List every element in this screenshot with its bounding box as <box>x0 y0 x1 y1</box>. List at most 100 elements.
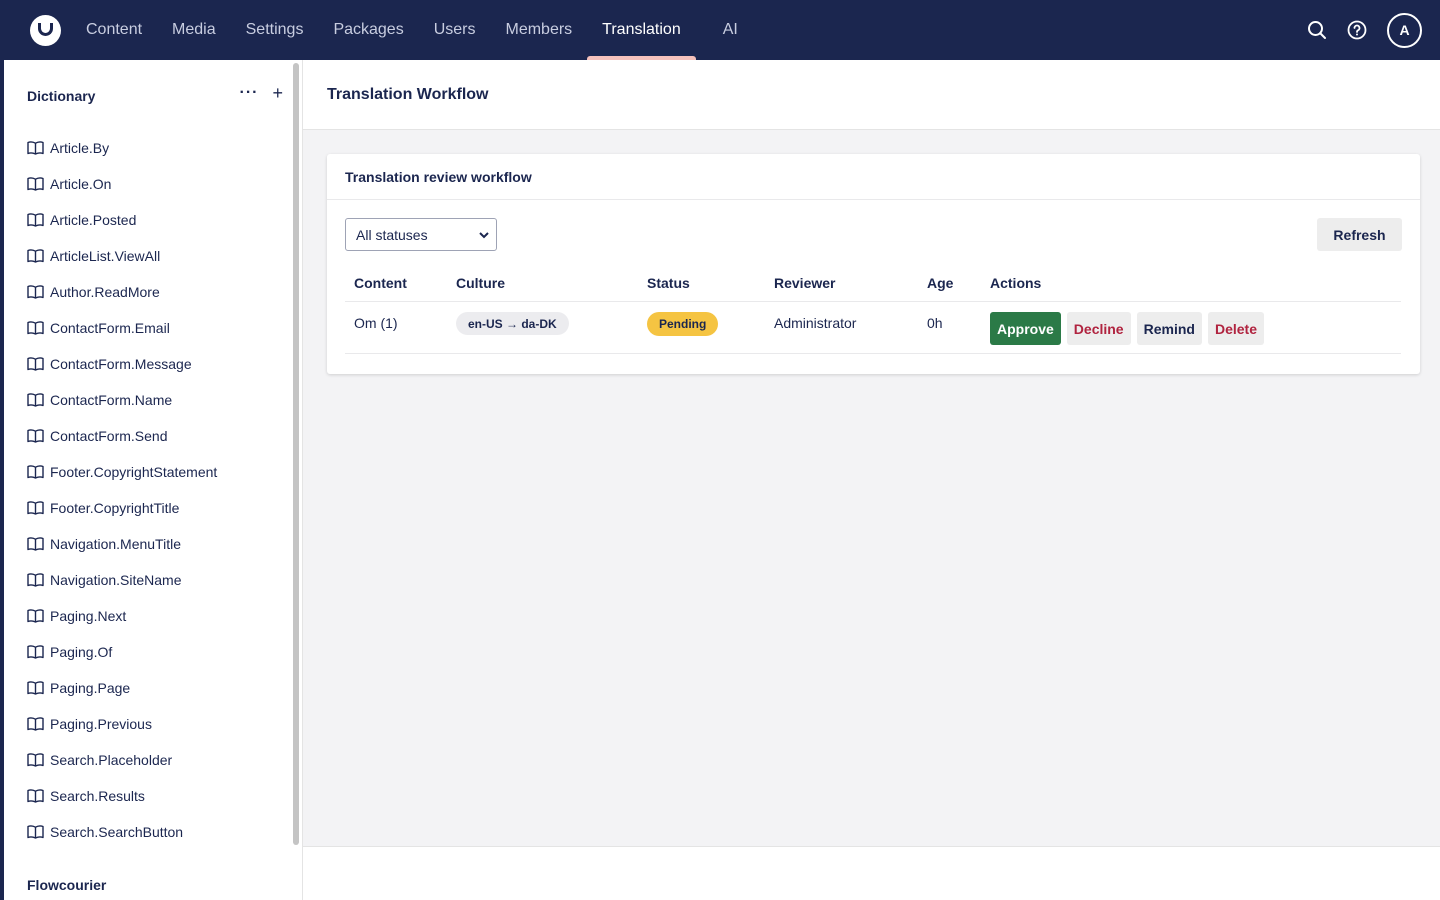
book-icon <box>27 177 50 191</box>
book-icon <box>27 285 50 299</box>
dictionary-item-label: Author.ReadMore <box>50 284 160 300</box>
dictionary-item-label: Paging.Next <box>50 608 127 624</box>
book-icon <box>27 645 50 659</box>
book-icon <box>27 357 50 371</box>
nav-packages[interactable]: Packages <box>318 0 418 60</box>
book-icon <box>27 717 50 731</box>
card-title: Translation review workflow <box>327 154 1420 200</box>
nav-content[interactable]: Content <box>71 0 157 60</box>
column-header-status: Status <box>647 275 690 291</box>
dictionary-item-label: Navigation.SiteName <box>50 572 182 588</box>
dictionary-item[interactable]: Footer.CopyrightStatement <box>27 454 217 490</box>
status-filter-select[interactable]: All statuses <box>345 218 497 251</box>
column-header-culture: Culture <box>456 275 505 291</box>
dictionary-item-label: Search.SearchButton <box>50 824 184 840</box>
dictionary-list: Article.By Article.On Article.Posted Articl… <box>27 130 217 850</box>
sidebar-header: Dictionary ··· + <box>27 84 287 106</box>
dictionary-item-label: Footer.CopyrightTitle <box>50 500 180 516</box>
table-header: Content Culture Status Reviewer Age Acti… <box>345 264 1401 302</box>
book-icon <box>27 501 50 515</box>
dictionary-item-label: ContactForm.Send <box>50 428 168 444</box>
status-badge: Pending <box>647 312 719 336</box>
header-tools: A <box>1297 0 1422 60</box>
row-age: 0h <box>927 315 943 331</box>
book-icon <box>27 609 50 623</box>
column-header-content: Content <box>354 275 407 291</box>
dictionary-item[interactable]: ContactForm.Message <box>27 346 217 382</box>
more-actions-icon[interactable]: ··· <box>240 85 259 101</box>
logo-icon[interactable] <box>30 15 61 46</box>
dictionary-item-label: ContactForm.Message <box>50 356 192 372</box>
book-icon <box>27 249 50 263</box>
nav-settings[interactable]: Settings <box>231 0 319 60</box>
help-icon[interactable] <box>1337 10 1377 50</box>
dictionary-item-label: Article.Posted <box>50 212 137 228</box>
workflow-table: Content Culture Status Reviewer Age Acti… <box>345 264 1401 354</box>
book-icon <box>27 141 50 155</box>
culture-tag: en-US → da-DK <box>456 312 569 335</box>
nav-translation[interactable]: Translation <box>587 0 696 60</box>
dictionary-item[interactable]: Article.By <box>27 130 217 166</box>
nav-members[interactable]: Members <box>490 0 587 60</box>
dictionary-item[interactable]: ContactForm.Email <box>27 310 217 346</box>
dictionary-item-label: Footer.CopyrightStatement <box>50 464 218 480</box>
main-area: Translation Workflow Translation review … <box>303 60 1440 900</box>
search-icon[interactable] <box>1297 10 1337 50</box>
dictionary-item-label: Paging.Page <box>50 680 131 696</box>
decline-button[interactable]: Decline <box>1066 312 1131 345</box>
table-row: Om (1) en-US → da-DK Pending Administrat… <box>345 302 1401 354</box>
dictionary-item[interactable]: Article.Posted <box>27 202 217 238</box>
book-icon <box>27 753 50 767</box>
dictionary-item-label: Search.Placeholder <box>50 752 173 768</box>
refresh-button[interactable]: Refresh <box>1317 218 1402 251</box>
dictionary-item[interactable]: Navigation.SiteName <box>27 562 217 598</box>
dictionary-item[interactable]: ArticleList.ViewAll <box>27 238 217 274</box>
book-icon <box>27 537 50 551</box>
nav-media[interactable]: Media <box>157 0 231 60</box>
dictionary-item[interactable]: Paging.Page <box>27 670 217 706</box>
sidebar: Dictionary ··· + Article.By Article.On Art… <box>0 60 303 900</box>
dictionary-item[interactable]: ContactForm.Name <box>27 382 217 418</box>
row-reviewer: Administrator <box>774 315 857 331</box>
sidebar-section-flowcourier[interactable]: Flowcourier <box>27 877 106 893</box>
book-icon <box>27 465 50 479</box>
status-filter-value: All statuses <box>356 226 428 243</box>
dictionary-item[interactable]: Paging.Of <box>27 634 217 670</box>
column-header-actions: Actions <box>990 275 1042 291</box>
dictionary-item-label: Paging.Of <box>50 644 113 660</box>
dictionary-item[interactable]: ContactForm.Send <box>27 418 217 454</box>
top-navigation-bar: Content Media Settings Packages Users Me… <box>0 0 1440 60</box>
dictionary-item-label: ContactForm.Email <box>50 320 170 336</box>
dictionary-item[interactable]: Paging.Previous <box>27 706 217 742</box>
dictionary-item-label: ArticleList.ViewAll <box>50 248 161 264</box>
approve-button[interactable]: Approve <box>990 312 1061 345</box>
remind-button[interactable]: Remind <box>1136 312 1202 345</box>
dictionary-item[interactable]: Search.Placeholder <box>27 742 217 778</box>
sidebar-scrollbar[interactable] <box>293 63 299 845</box>
chevron-down-icon <box>479 232 489 239</box>
dictionary-item[interactable]: Search.SearchButton <box>27 814 217 850</box>
dictionary-item-label: Search.Results <box>50 788 145 804</box>
nav-ai[interactable]: AI <box>696 0 753 60</box>
sidebar-title[interactable]: Dictionary <box>27 88 95 104</box>
nav-users[interactable]: Users <box>419 0 491 60</box>
dictionary-item-label: Navigation.MenuTitle <box>50 536 181 552</box>
row-actions: Approve Decline Remind Delete <box>990 312 1264 345</box>
avatar[interactable]: A <box>1387 12 1422 48</box>
dictionary-item[interactable]: Article.On <box>27 166 217 202</box>
column-header-reviewer: Reviewer <box>774 275 836 291</box>
row-content[interactable]: Om (1) <box>354 315 398 331</box>
dictionary-item[interactable]: Author.ReadMore <box>27 274 217 310</box>
dictionary-item-label: Paging.Previous <box>50 716 152 732</box>
delete-button[interactable]: Delete <box>1207 312 1264 345</box>
book-icon <box>27 393 50 407</box>
dictionary-item[interactable]: Search.Results <box>27 778 217 814</box>
dictionary-item-label: Article.By <box>50 140 110 156</box>
book-icon <box>27 681 50 695</box>
dictionary-item[interactable]: Footer.CopyrightTitle <box>27 490 217 526</box>
dictionary-item[interactable]: Paging.Next <box>27 598 217 634</box>
workflow-card: Translation review workflow All statuses… <box>327 154 1420 374</box>
book-icon <box>27 213 50 227</box>
dictionary-item[interactable]: Navigation.MenuTitle <box>27 526 217 562</box>
add-icon[interactable]: + <box>272 84 283 102</box>
